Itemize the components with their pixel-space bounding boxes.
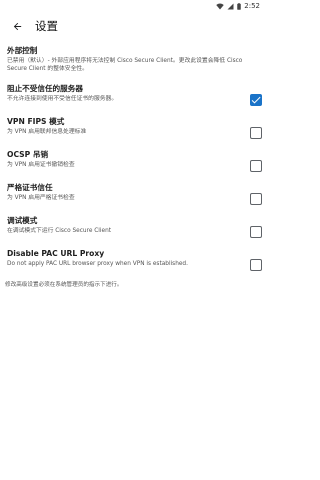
setting-row-disable-pac[interactable]: Disable PAC URL Proxy Do not apply PAC U… [0,248,270,281]
setting-title: 调试模式 [7,216,38,225]
block-untrusted-checkbox[interactable] [250,93,262,106]
battery-icon [237,2,242,10]
setting-row-ocsp[interactable]: OCSP 吊销 为 VPN 启用证书撤销检查 [0,149,270,182]
setting-description: Do not apply PAC URL browser proxy when … [7,261,188,267]
footnote: 修改高级设置必须在系统管理员的指示下进行。 [5,282,123,288]
ocsp-checkbox[interactable] [250,159,262,172]
strict-trust-checkbox[interactable] [250,192,262,205]
debug-mode-checkbox[interactable] [250,225,262,238]
setting-title: Disable PAC URL Proxy [7,249,105,258]
settings-list: 外部控制 已禁用（默认）- 外部应用程序将无法控制 Cisco Secure C… [0,42,270,289]
back-button[interactable] [5,14,29,38]
fips-mode-checkbox[interactable] [250,126,262,139]
setting-title: 严格证书信任 [7,183,53,192]
setting-description: 为 VPN 启用证书撤销检查 [7,162,75,168]
app-bar: 设置 [0,12,270,40]
setting-title: 阻止不受信任的服务器 [7,84,83,93]
setting-row-fips-mode[interactable]: VPN FIPS 模式 为 VPN 启用联邦信息处理标准 [0,116,270,149]
external-control-section[interactable]: 外部控制 已禁用（默认）- 外部应用程序将无法控制 Cisco Secure C… [0,42,270,83]
setting-description: 为 VPN 启用严格证书检查 [7,195,75,201]
setting-description: 在调试模式下运行 Cisco Secure Client [7,228,112,234]
setting-row-strict-trust[interactable]: 严格证书信任 为 VPN 启用严格证书检查 [0,182,270,215]
cell-signal-icon [227,3,234,10]
arrow-left-icon [12,17,23,36]
wifi-icon [216,3,225,10]
setting-row-block-untrusted[interactable]: 阻止不受信任的服务器 不允许连接到使用不受信任证书的服务器。 [0,83,270,116]
disable-pac-checkbox[interactable] [250,258,262,271]
status-time: 2:52 [244,2,260,10]
page-title: 设置 [35,19,58,33]
setting-description: 不允许连接到使用不受信任证书的服务器。 [7,96,118,102]
setting-description: 为 VPN 启用联邦信息处理标准 [7,129,87,135]
status-bar: 2:52 [0,0,270,12]
external-control-title: 外部控制 [7,46,38,55]
setting-title: VPN FIPS 模式 [7,117,65,126]
setting-row-debug-mode[interactable]: 调试模式 在调试模式下运行 Cisco Secure Client [0,215,270,248]
setting-title: OCSP 吊销 [7,150,49,159]
external-control-description: 已禁用（默认）- 外部应用程序将无法控制 Cisco Secure Client… [7,58,243,72]
